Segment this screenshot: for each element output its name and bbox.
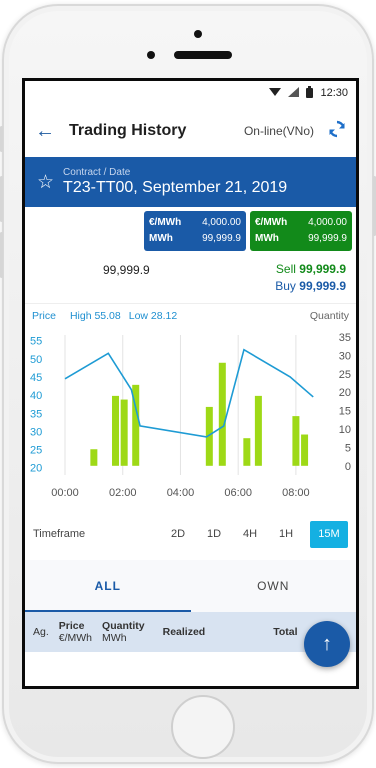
quantity-axis-title: Quantity — [309, 309, 349, 322]
bid-price: 4,000.00 — [202, 217, 241, 228]
sensor-icon — [147, 51, 155, 59]
arrow-up-icon: ↑ — [322, 632, 332, 655]
contract-label: Contract / Date — [63, 167, 131, 178]
bid-qty-unit: MWh — [149, 233, 173, 244]
buy-label: Buy — [275, 279, 296, 293]
col-ag: Ag. — [33, 626, 49, 638]
y-left-tick-label: 35 — [30, 408, 42, 420]
price-axis-title: Price — [32, 309, 56, 322]
y-left-tick-label: 45 — [30, 372, 42, 384]
buy-value: 99,999.9 — [299, 279, 346, 293]
y-right-tick-label: 10 — [339, 424, 351, 436]
price-high: High 55.08 — [69, 309, 121, 322]
y-left-tick-label: 30 — [30, 426, 42, 438]
timeframe-option-15m[interactable]: 15M — [310, 520, 348, 548]
tab-own[interactable]: OWN — [191, 560, 357, 612]
col-price: Price €/MWh — [59, 620, 92, 644]
sell-value: 99,999.9 — [299, 262, 346, 276]
volume-up-button — [0, 176, 3, 222]
y-left-tick-label: 55 — [30, 336, 42, 348]
ask-quote-box[interactable]: €/MWh 4,000.00 MWh 99,999.9 — [250, 211, 352, 251]
volume-down-button — [0, 232, 3, 278]
trades-tabs: ALL OWN — [25, 560, 356, 612]
star-favorite-icon[interactable]: ☆ — [37, 171, 54, 194]
quote-boxes: €/MWh 4,000.00 MWh 99,999.9 €/MWh 4,000.00 … — [25, 207, 356, 255]
battery-icon — [306, 85, 314, 101]
bid-price-unit: €/MWh — [149, 217, 182, 228]
sell-label: Sell — [275, 262, 296, 276]
timeframe-selector: Timeframe 2D 1D 4H 1H 15M — [25, 514, 356, 554]
y-right-tick-label: 20 — [339, 387, 351, 399]
y-right-tick-label: 35 — [339, 332, 351, 344]
col-realized-label: Realized — [162, 626, 206, 638]
price-low: Low 28.12 — [128, 309, 178, 322]
col-total: Total — [273, 626, 297, 638]
home-button[interactable] — [171, 695, 235, 759]
timeframe-label: Timeframe — [33, 528, 86, 540]
quantity-bar — [243, 438, 251, 466]
price-quantity-chart[interactable]: 00:00 02:00 04:00 06:00 08:00555045403530252… — [25, 327, 356, 509]
quantity-bar — [292, 416, 300, 466]
contract-value: T23-TT00, September 21, 2019 — [63, 179, 288, 196]
quantity-bar — [301, 434, 309, 466]
scroll-to-top-button[interactable]: ↑ — [304, 621, 350, 667]
earpiece-speaker — [174, 51, 232, 59]
status-time: 12:30 — [320, 87, 348, 99]
col-price-label: Price — [58, 620, 85, 632]
x-tick-label: 06:00 — [224, 487, 252, 499]
front-camera-icon — [194, 30, 202, 38]
col-quantity: Quantity MWh — [102, 620, 145, 644]
col-quantity-unit: MWh — [102, 632, 127, 644]
y-right-tick-label: 5 — [345, 442, 351, 454]
ask-price-unit: €/MWh — [255, 217, 288, 228]
quantity-bar — [112, 395, 120, 466]
ask-qty-unit: MWh — [255, 233, 279, 244]
ask-price: 4,000.00 — [308, 217, 347, 228]
x-tick-label: 08:00 — [282, 487, 310, 499]
connection-status: On-line(VNo) — [243, 124, 314, 138]
app-screen: 12:30 ← Trading History On-line(VNo) ☆ C… — [22, 78, 359, 689]
contract-banner[interactable]: ☆ Contract / Date T23-TT00, September 21… — [25, 157, 356, 207]
price-line — [64, 348, 314, 438]
app-bar: ← Trading History On-line(VNo) — [25, 105, 356, 157]
bid-quote-box[interactable]: €/MWh 4,000.00 MWh 99,999.9 — [144, 211, 246, 251]
back-arrow-icon[interactable]: ← — [35, 120, 65, 143]
wifi-icon — [269, 87, 282, 100]
quantity-bar — [90, 449, 98, 466]
timeframe-option-4h[interactable]: 4H — [232, 528, 268, 540]
bid-quantity: 99,999.9 — [202, 233, 241, 244]
refresh-icon[interactable] — [328, 120, 346, 143]
y-right-tick-label: 0 — [345, 461, 351, 473]
col-quantity-label: Quantity — [102, 620, 145, 632]
volume-summary: 99,999.9 Sell 99,999.9 Buy 99,999.9 — [25, 255, 356, 303]
y-left-tick-label: 20 — [30, 463, 42, 475]
col-realized: Realized — [163, 626, 206, 638]
cell-signal-icon — [288, 86, 300, 100]
timeframe-option-2d[interactable]: 2D — [160, 528, 196, 540]
total-volume: 99,999.9 — [103, 263, 150, 277]
x-tick-label: 04:00 — [167, 487, 195, 499]
status-bar: 12:30 — [25, 81, 356, 105]
timeframe-option-1h[interactable]: 1H — [268, 528, 304, 540]
x-tick-label: 00:00 — [51, 487, 79, 499]
y-left-tick-label: 25 — [30, 445, 42, 457]
col-total-label: Total — [273, 626, 298, 638]
quantity-bar — [218, 362, 226, 466]
y-right-tick-label: 25 — [339, 369, 351, 381]
x-tick-label: 02:00 — [109, 487, 137, 499]
y-left-tick-label: 50 — [30, 354, 42, 366]
quantity-bar — [254, 395, 262, 466]
mute-switch — [0, 126, 3, 152]
y-left-tick-label: 40 — [30, 390, 42, 402]
y-right-tick-label: 15 — [339, 406, 351, 418]
page-title: Trading History — [69, 122, 187, 139]
chart-header: Price High 55.08 Low 28.12 Quantity — [25, 303, 356, 327]
ask-quantity: 99,999.9 — [308, 233, 347, 244]
timeframe-option-1d[interactable]: 1D — [196, 528, 232, 540]
col-price-unit: €/MWh — [58, 632, 93, 644]
y-right-tick-label: 30 — [339, 350, 351, 362]
quantity-bar — [120, 399, 128, 466]
tab-all[interactable]: ALL — [25, 560, 191, 612]
